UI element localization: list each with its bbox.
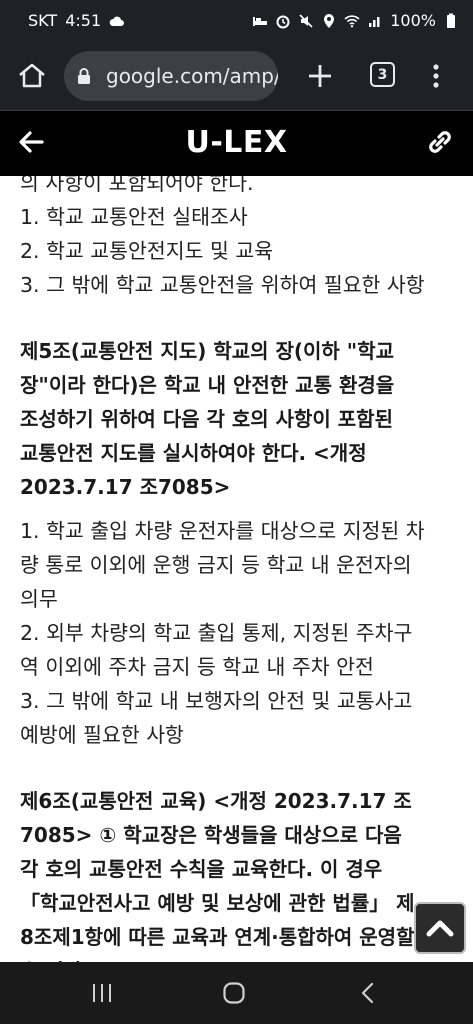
article-5-heading: 제5조(교통안전 지도) 학교의 장(이하 "학교 장"이라 한다)은 학교 내… [20,334,460,504]
list-item: 3. 그 밖에 학교 교통안전을 위하여 필요한 사항 [20,273,425,297]
back-nav-icon[interactable] [356,981,380,1005]
alarm-icon [275,13,291,29]
list-item: 2. 외부 차량의 학교 출입 통제, 지정된 주차구 [20,621,413,645]
article-line: 장"이라 한다)은 학교 내 안전한 교통 환경을 [20,373,395,397]
document-body: 의 사항이 포함되어야 한다. 1. 학교 교통안전 실태조사 2. 학교 교통… [0,176,473,962]
article-line: 조성하기 위하여 다음 각 호의 사항이 포함된 [20,407,393,431]
url-text: google.com/amp/ [106,64,278,88]
list-item: 의무 [20,587,58,611]
location-icon [321,13,337,29]
article-line: 제6조(교통안전 교육) <개정 2023.7.17 조 [20,789,412,813]
article-line: 제5조(교통안전 지도) 학교의 장(이하 "학교 [20,339,395,363]
recent-apps-icon[interactable] [90,982,114,1004]
list-item: 2. 학교 교통안전지도 및 교육 [20,239,274,263]
article-line: 수 있다. [20,954,460,962]
clock: 4:51 [65,11,102,30]
article-line: 2023.7.17 조7085> [20,475,231,499]
chevron-up-icon [426,920,454,937]
list-item: 역 이외에 주차 금지 등 학교 내 주차 안전 [20,655,374,679]
status-bar: SKT 4:51 100% [0,0,473,46]
cloud-icon [109,13,125,29]
article-6-heading: 제6조(교통안전 교육) <개정 2023.7.17 조 7085> ① 학교장… [20,784,460,962]
app-header: U-LEX [0,110,473,176]
tab-switcher-button[interactable]: 3 [370,62,395,87]
article-line: 각 호의 교통안전 수칙을 교육한다. 이 경우 [20,857,383,881]
battery-icon [443,13,459,29]
lock-icon [76,67,92,85]
home-icon[interactable] [16,60,48,92]
more-menu-icon[interactable] [424,60,448,92]
battery-percent: 100% [390,11,436,30]
link-icon[interactable] [425,127,455,157]
sleep-mode-icon [252,13,268,29]
article-line: 7085> ① 학교장은 학생들을 대상으로 다음 [20,823,402,847]
article-line: 8조제1항에 따른 교육과 연계·통합하여 운영할 [20,925,415,949]
paragraph-line: 의 사항이 포함되어야 한다. [20,176,254,195]
address-bar[interactable]: google.com/amp/ [64,51,278,101]
list-item: 량 통로 이외에 운행 금지 등 학교 내 운전자의 [20,553,412,577]
browser-toolbar: google.com/amp/ 3 [0,46,473,110]
list-item: 3. 그 밖에 학교 내 보행자의 안전 및 교통사고 [20,689,413,713]
mute-icon [298,13,314,29]
back-arrow-icon[interactable] [16,127,46,157]
home-nav-icon[interactable] [222,981,246,1005]
scroll-to-top-button[interactable] [414,902,466,954]
page-title: U-LEX [185,125,288,160]
article-line: 교통안전 지도를 실시하여야 한다. <개정 [20,441,367,465]
list-item: 1. 학교 출입 차량 운전자를 대상으로 지정된 차 [20,519,425,543]
new-tab-icon[interactable] [304,60,336,92]
wifi-icon [344,13,360,29]
list-item: 예방에 필요한 사항 [20,723,184,747]
list-item: 1. 학교 교통안전 실태조사 [20,205,248,229]
system-nav-bar [0,962,473,1024]
article-line: 「학교안전사고 예방 및 보상에 관한 법률」 제 [20,891,415,915]
signal-icon [367,13,383,29]
carrier-label: SKT [28,11,58,30]
